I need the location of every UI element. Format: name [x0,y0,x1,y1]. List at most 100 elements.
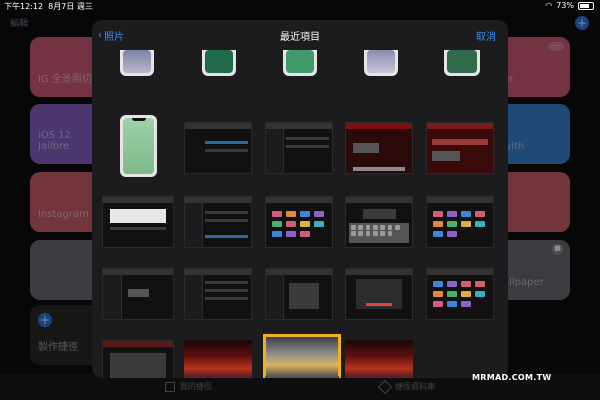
thumb-row [352,143,379,153]
thumb-tile [447,281,457,287]
thumb-bar [103,197,173,203]
thumb-row [432,139,488,145]
thumb-bar [427,123,493,129]
battery-label: 73% [556,1,574,10]
photo-thumbnail[interactable] [426,268,494,320]
thumb-tile [300,221,310,227]
thumb-screen [123,118,154,174]
photo-thumbnail[interactable] [202,50,236,76]
thumb-row [285,137,330,140]
thumb-tile [286,221,296,227]
thumb-tile [300,231,310,237]
status-bar: 下午12:12 8月7日 週三 ◠ 73% [0,0,600,13]
photo-thumbnail[interactable] [364,50,398,76]
thumb-bar [427,197,493,203]
thumb-tile [461,281,471,287]
thumb-tile [475,211,485,217]
photo-thumbnail[interactable] [265,122,333,174]
photo-thumbnail[interactable] [345,122,413,174]
thumb-sidebar [185,203,204,247]
thumb-tile [300,211,310,217]
thumb-ground [184,377,252,378]
photo-thumbnail[interactable] [184,268,252,320]
thumb-tile [447,221,457,227]
photo-thumbnail[interactable] [102,340,174,378]
thumb-row [432,151,460,161]
photo-thumbnail[interactable] [120,115,157,177]
thumb-tile [272,211,282,217]
key [387,231,393,237]
battery-icon [578,1,594,10]
thumb-tile [433,291,443,297]
thumb-row [127,289,149,297]
thumb-tile [433,301,443,307]
key [351,224,356,230]
key [380,224,386,230]
thumb-screen [205,50,233,73]
photo-thumbnail[interactable] [265,268,333,320]
thumb-sidebar [185,275,204,319]
thumb-tile [447,231,457,237]
thumb-row [204,289,249,292]
thumb-tile [433,211,443,217]
thumb-bar [346,269,412,275]
thumb-tile [475,221,485,227]
thumb-row [204,297,249,300]
key [365,231,371,237]
thumb-tile [447,301,457,307]
thumb-tile [314,211,324,217]
status-time: 下午12:12 8月7日 週三 [4,1,93,12]
thumb-tile [447,291,457,297]
thumb-tile [272,221,282,227]
thumb-tile [461,221,471,227]
thumb-bar [427,269,493,275]
photo-thumbnail[interactable] [265,196,333,248]
photo-thumbnail[interactable] [120,50,154,76]
status-right: ◠ 73% [545,1,594,10]
photo-thumbnail[interactable] [345,340,413,378]
thumb-tile [286,231,296,237]
thumb-ground [265,376,339,378]
key [358,224,364,230]
photo-thumbnail[interactable] [184,196,252,248]
thumb-tile [461,291,471,297]
thumb-tile [447,211,457,217]
photo-thumbnail[interactable] [426,122,494,174]
photo-thumbnail[interactable] [102,268,174,320]
thumb-tile [475,281,485,287]
key [387,224,393,230]
key [394,224,400,230]
thumb-tile [461,211,471,217]
thumb-ground [345,377,413,378]
photo-thumbnail-selected[interactable] [263,334,341,378]
thumb-row [365,303,393,306]
thumb-tile [286,211,296,217]
photo-thumbnail[interactable] [345,196,413,248]
thumb-tile [433,281,443,287]
thumb-tile [272,231,282,237]
thumb-row [289,283,319,309]
notch [131,118,146,121]
thumb-row [204,281,249,284]
thumb-sidebar [266,129,285,173]
photo-thumbnail[interactable] [184,122,252,174]
keyboard [348,223,410,243]
picker-header: ‹ 照片 最近項目 取消 [92,20,508,50]
photo-thumbnail[interactable] [184,340,252,378]
key [372,224,378,230]
time-label: 下午12:12 [4,2,44,11]
thumb-row [352,167,406,171]
thumb-tile [433,231,443,237]
photo-thumbnail[interactable] [345,268,413,320]
thumb-tile [475,291,485,297]
photo-thumbnail[interactable] [102,196,174,248]
photo-thumbnail[interactable] [283,50,317,76]
thumb-sidebar [266,275,285,319]
photo-thumbnail[interactable] [426,196,494,248]
thumb-row [285,145,330,148]
cancel-button[interactable]: 取消 [476,28,496,43]
photo-thumbnail[interactable] [444,50,480,76]
key [358,231,364,237]
thumb-tile [433,221,443,227]
thumb-bar [266,197,332,203]
